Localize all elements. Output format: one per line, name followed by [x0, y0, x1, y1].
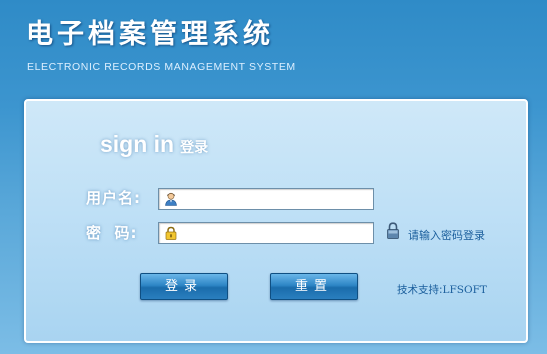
app-title: 电子档案管理系统 [26, 19, 274, 50]
tech-support-value: LFSOFT [442, 284, 487, 296]
username-field[interactable] [158, 188, 374, 210]
password-field[interactable] [158, 222, 374, 244]
signin-heading-en: sign in [100, 131, 175, 157]
lock-icon [165, 226, 177, 240]
reset-button[interactable]: 重置 [270, 273, 358, 300]
signin-heading: sign in 登录 [100, 131, 208, 158]
password-hint: 请输入密码登录 [408, 229, 485, 242]
login-panel: sign in 登录 用户名: 密 码: 请输入密码登录 登录 重置 技术支持:L… [24, 99, 528, 343]
password-label: 密 码: [86, 224, 138, 242]
tech-support-label: 技术支持: [397, 284, 443, 296]
signin-heading-cn: 登录 [180, 140, 209, 156]
padlock-icon [387, 222, 399, 239]
username-input[interactable] [181, 189, 369, 209]
login-button[interactable]: 登录 [140, 273, 228, 300]
username-label: 用户名: [86, 189, 141, 207]
tech-support: 技术支持:LFSOFT [397, 282, 487, 297]
password-input[interactable] [181, 223, 369, 243]
user-icon [165, 192, 177, 206]
app-subtitle: ELECTRONIC RECORDS MANAGEMENT SYSTEM [27, 61, 296, 73]
